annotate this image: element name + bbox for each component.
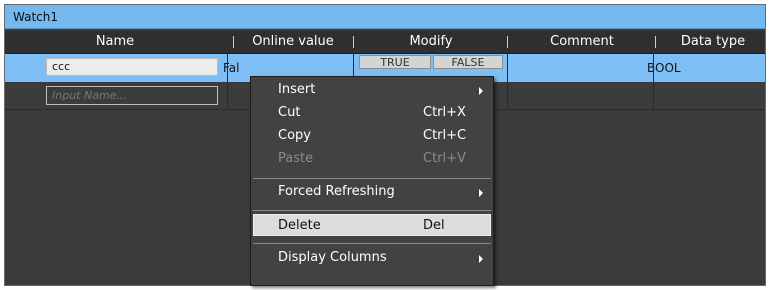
menu-item-label: Cut — [278, 105, 301, 120]
menu-separator — [253, 210, 491, 211]
menu-separator — [253, 178, 491, 179]
column-header-data-type[interactable]: Data type — [659, 31, 767, 53]
column-header-online-value[interactable]: Online value — [237, 31, 349, 53]
submenu-arrow-icon — [479, 255, 483, 263]
column-divider[interactable] — [655, 36, 656, 48]
watch-title-bar[interactable]: Watch1 — [5, 5, 765, 29]
menu-item-delete[interactable]: Delete Del — [253, 214, 491, 236]
online-value-cell: Fal — [223, 61, 240, 75]
modify-true-button[interactable]: TRUE — [359, 55, 431, 69]
column-divider[interactable] — [233, 36, 234, 48]
submenu-arrow-icon — [479, 189, 483, 197]
name-field[interactable]: ccc — [46, 58, 218, 76]
menu-item-shortcut: Ctrl+C — [423, 128, 467, 143]
column-header: Name Online value Modify Comment Data ty… — [5, 31, 765, 54]
submenu-arrow-icon — [479, 87, 483, 95]
menu-separator — [253, 243, 491, 244]
menu-item-insert[interactable]: Insert — [253, 79, 491, 101]
menu-item-shortcut: Del — [423, 218, 445, 233]
grid-line — [507, 54, 508, 109]
menu-item-copy[interactable]: Copy Ctrl+C — [253, 125, 491, 147]
menu-item-label: Display Columns — [278, 250, 387, 265]
column-header-comment[interactable]: Comment — [511, 31, 653, 53]
menu-item-paste[interactable]: Paste Ctrl+V — [253, 148, 491, 170]
menu-item-label: Forced Refreshing — [278, 184, 395, 199]
context-menu: Insert Cut Ctrl+X Copy Ctrl+C Paste Ctrl… — [250, 76, 494, 286]
grid-line — [653, 54, 654, 109]
menu-item-label: Delete — [278, 218, 321, 233]
menu-item-shortcut: Ctrl+X — [423, 105, 466, 120]
menu-item-label: Insert — [278, 82, 316, 97]
modify-false-button[interactable]: FALSE — [433, 55, 503, 69]
column-divider[interactable] — [353, 36, 354, 48]
column-header-modify[interactable]: Modify — [357, 31, 505, 53]
menu-item-forced-refreshing[interactable]: Forced Refreshing — [253, 181, 491, 203]
column-divider[interactable] — [507, 36, 508, 48]
menu-item-shortcut: Ctrl+V — [423, 151, 466, 166]
window-title: Watch1 — [13, 10, 58, 24]
menu-item-label: Copy — [278, 128, 311, 143]
menu-item-display-columns[interactable]: Display Columns — [253, 247, 491, 269]
input-name-field[interactable]: Input Name... — [46, 86, 218, 105]
menu-item-cut[interactable]: Cut Ctrl+X — [253, 102, 491, 124]
grid-line — [227, 54, 228, 109]
menu-item-label: Paste — [278, 151, 314, 166]
column-header-name[interactable]: Name — [5, 31, 225, 53]
